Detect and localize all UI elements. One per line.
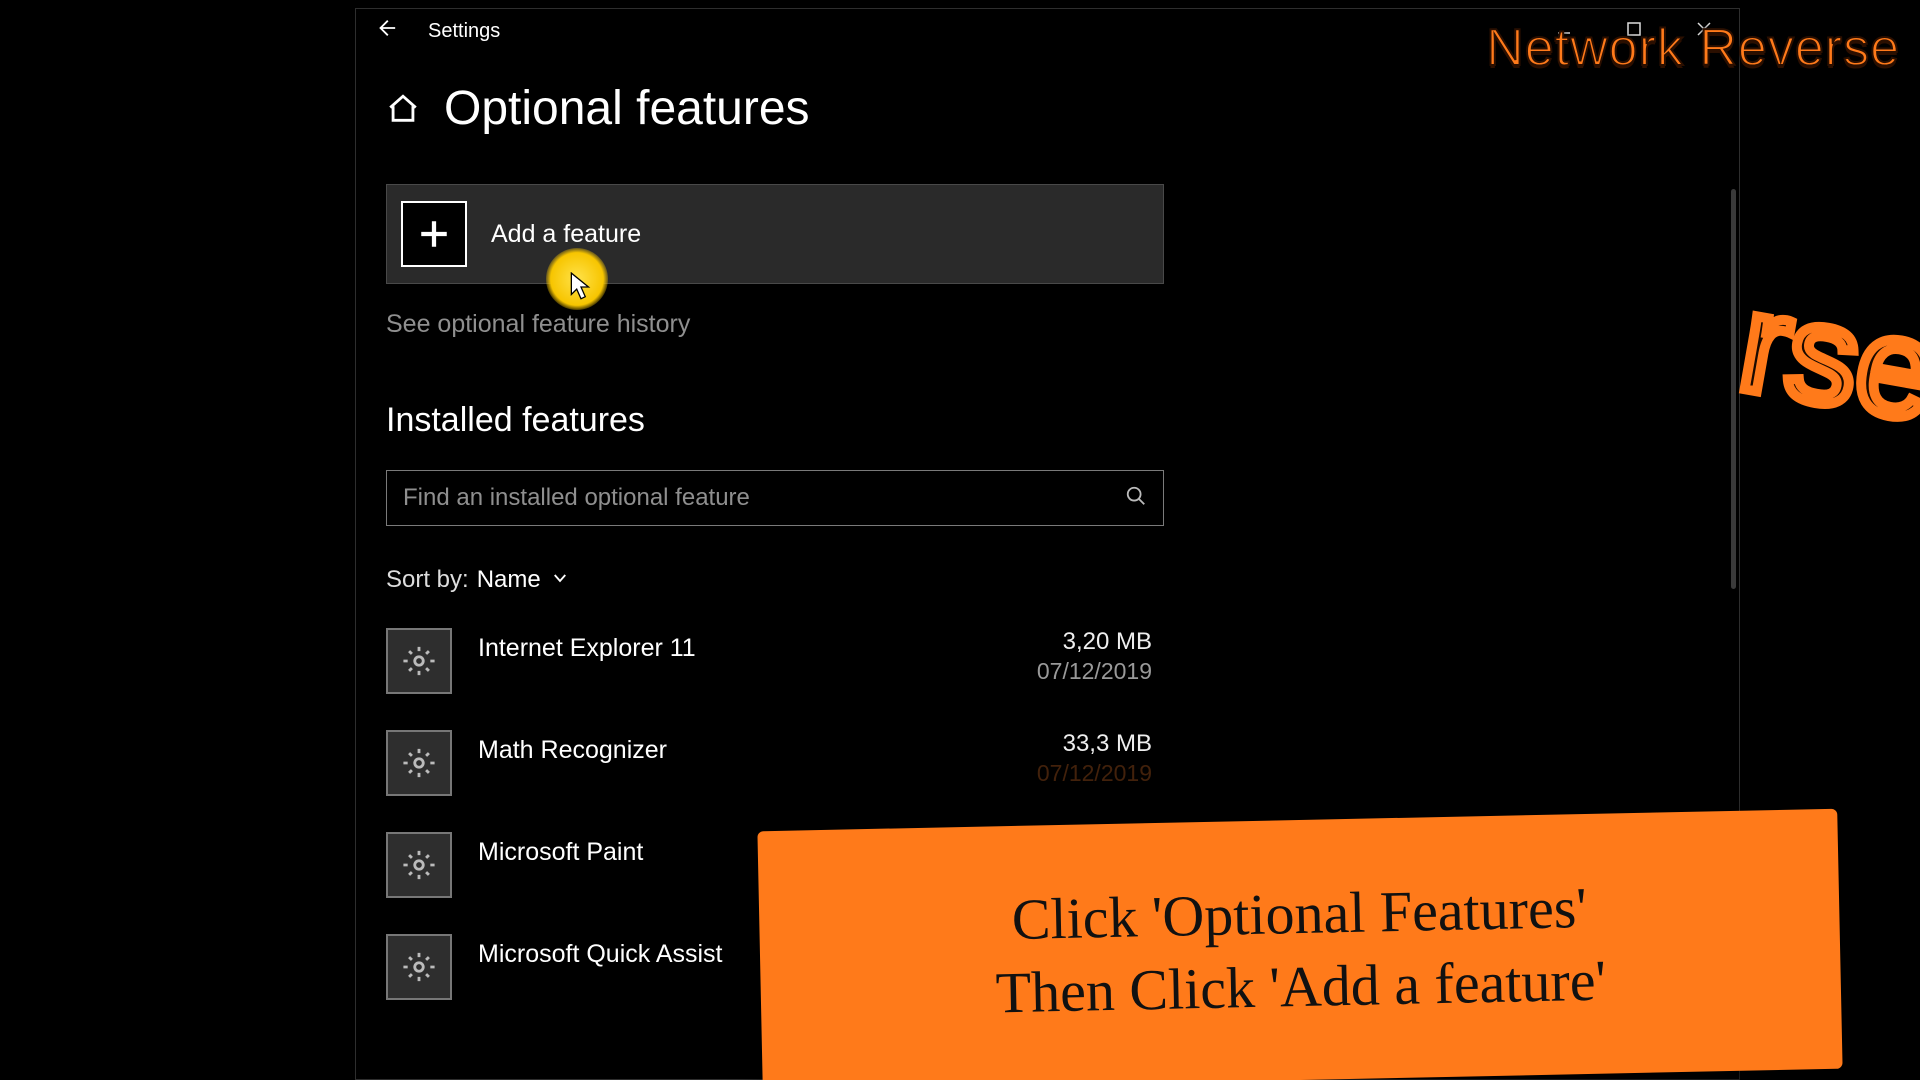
add-feature-label: Add a feature (491, 220, 641, 249)
search-icon (1125, 485, 1147, 512)
gear-icon (386, 934, 452, 1000)
feature-name: Internet Explorer 11 (478, 628, 696, 663)
instruction-callout: Click 'Optional Features' Then Click 'Ad… (757, 809, 1842, 1080)
back-button[interactable] (362, 9, 410, 53)
sort-value: Name (477, 566, 541, 594)
feature-name: Microsoft Paint (478, 832, 643, 867)
plus-icon (401, 201, 467, 267)
feature-size: 33,3 MB (1037, 730, 1152, 758)
feature-date: 07/12/2019 (1037, 658, 1152, 685)
callout-line-2: Then Click 'Add a feature' (995, 947, 1607, 1027)
app-title: Settings (428, 20, 500, 43)
home-icon[interactable] (386, 92, 420, 126)
watermark-logo: Network Reverse (1486, 18, 1900, 78)
feature-item[interactable]: Math Recognizer 33,3 MB 07/12/2019 (386, 730, 1164, 802)
search-input[interactable] (403, 484, 1125, 512)
gear-icon (386, 730, 452, 796)
page-title: Optional features (444, 81, 810, 136)
sort-control[interactable]: Sort by: Name (386, 566, 1739, 594)
back-arrow-icon (375, 17, 397, 45)
gear-icon (386, 628, 452, 694)
add-feature-button[interactable]: Add a feature (386, 184, 1164, 284)
callout-line-1: Click 'Optional Features' (1011, 874, 1587, 953)
watermark-corner-fragment: rse (1726, 261, 1920, 480)
feature-name: Microsoft Quick Assist (478, 934, 723, 969)
sort-label: Sort by: (386, 566, 469, 594)
chevron-down-icon (551, 566, 569, 594)
feature-history-link[interactable]: See optional feature history (386, 310, 1739, 339)
search-input-wrapper[interactable] (386, 470, 1164, 526)
feature-date: 07/12/2019 (1037, 760, 1152, 787)
feature-name: Math Recognizer (478, 730, 667, 765)
feature-item[interactable]: Internet Explorer 11 3,20 MB 07/12/2019 (386, 628, 1164, 700)
installed-features-heading: Installed features (386, 401, 1739, 440)
feature-size: 3,20 MB (1037, 628, 1152, 656)
gear-icon (386, 832, 452, 898)
